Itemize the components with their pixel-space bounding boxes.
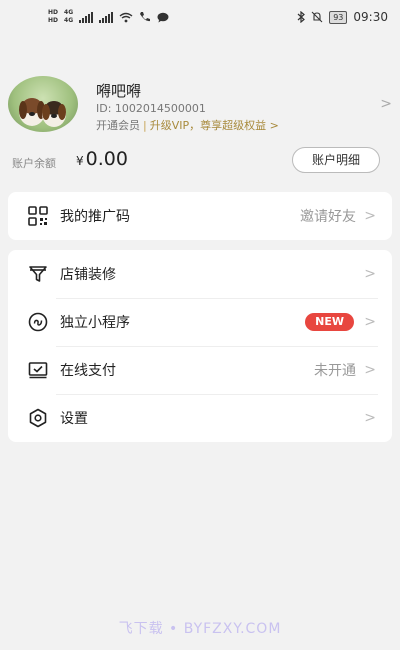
status-bar: HD HD 4G 4G 93 09:30 [0,0,400,36]
watermark: 飞下载 • BYFZXY.COM [118,621,282,637]
dog-avatar-image [19,98,66,127]
funnel-icon [26,262,50,286]
qr-code-icon [26,204,50,228]
menu-label-store-decoration: 店铺装修 [60,267,116,283]
chevron-right-icon: > [364,208,376,224]
hd-bottom: HD [48,17,59,24]
network-type-top: 4G [64,9,74,16]
menu-item-settings[interactable]: 设置 > [8,394,392,442]
menu-label-settings: 设置 [60,411,88,427]
account-details-button[interactable]: 账户明细 [292,147,380,173]
signal-icon-2 [99,11,114,23]
settings-icon [26,406,50,430]
message-icon [157,12,169,22]
menu-label-mini-program: 独立小程序 [60,315,130,331]
user-id: ID: 1002014500001 [96,102,206,115]
new-badge: NEW [305,313,354,331]
menu-value-not-enabled: 未开通 [314,363,356,379]
avatar[interactable] [8,76,78,132]
profile-header[interactable]: 嘚吧嘚 ID: 1002014500001 开通会员 | 升级VIP，尊享超级权益 … [0,70,400,140]
mute-icon [311,11,323,23]
network-type-bottom: 4G [64,17,74,24]
membership-line[interactable]: 开通会员 | 升级VIP，尊享超级权益 > [96,117,279,133]
chevron-right-icon: > [364,362,376,378]
mini-program-icon [26,310,50,334]
balance-amount-value: 0.00 [85,148,128,170]
balance-label: 账户余额 [12,157,56,170]
phone-icon [140,12,151,22]
wifi-icon [119,12,133,22]
status-right: 93 09:30 [297,10,388,24]
network-type: 4G 4G [64,9,73,25]
menu-value-invite: 邀请好友 [300,209,356,225]
menu-item-mini-program[interactable]: 独立小程序 NEW > [8,298,392,346]
signal-icon [79,11,94,23]
hd-indicator: HD HD [48,9,58,25]
vip-chevron-icon: > [269,119,279,132]
hd-top: HD [48,9,59,16]
payment-icon [26,358,50,382]
profile-chevron-icon: > [380,96,392,112]
chevron-right-icon: > [364,410,376,426]
menu-label-promo-code: 我的推广码 [60,209,130,225]
member-separator: | [143,119,147,132]
status-time: 09:30 [353,10,388,24]
currency-symbol: ¥ [76,154,84,168]
promotion-card: 我的推广码 邀请好友 > [8,192,392,240]
vip-upgrade-link[interactable]: 升级VIP，尊享超级权益 [150,119,266,132]
menu-label-online-payment: 在线支付 [60,363,116,379]
balance-amount: ¥0.00 [76,148,128,170]
member-label: 开通会员 [96,119,140,132]
chevron-right-icon: > [364,266,376,282]
menu-item-promo-code[interactable]: 我的推广码 邀请好友 > [8,192,392,240]
chevron-right-icon: > [364,314,376,330]
username: 嘚吧嘚 [96,82,142,100]
settings-card: 店铺装修 > 独立小程序 NEW > 在线支付 未开通 > 设置 > [8,250,392,442]
menu-item-online-payment[interactable]: 在线支付 未开通 > [8,346,392,394]
battery-indicator: 93 [329,10,348,24]
menu-item-store-decoration[interactable]: 店铺装修 > [8,250,392,298]
status-left: HD HD 4G 4G [48,9,169,25]
bluetooth-icon [297,11,306,23]
